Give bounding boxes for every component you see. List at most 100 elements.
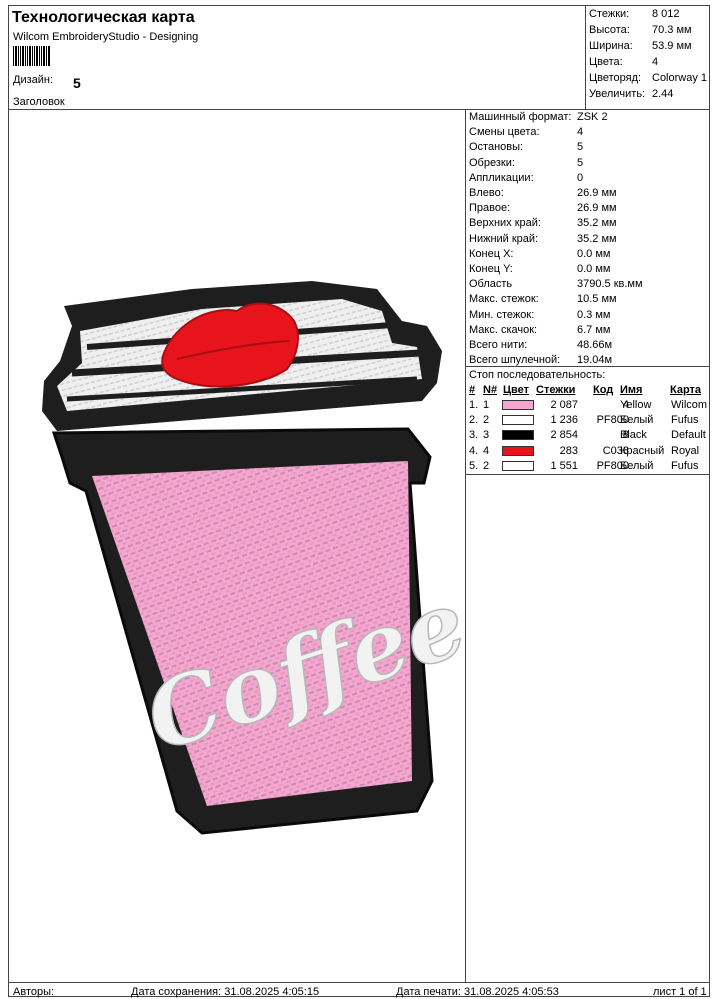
detail-label: Влево: <box>469 187 504 199</box>
software-name: Wilcom EmbroideryStudio - Designing <box>13 31 199 43</box>
col-code: Код <box>593 384 614 396</box>
heading-label: Заголовок <box>13 96 65 108</box>
detail-value: 5 <box>577 156 584 169</box>
detail-value: 10.5 мм <box>577 293 617 306</box>
detail-value: 26.9 мм <box>577 187 617 199</box>
detail-label: Макс. стежок: <box>469 293 539 306</box>
design-preview: Coffee <box>42 281 465 835</box>
sequence-divider <box>465 474 710 475</box>
design-label: Дизайн: <box>13 74 54 86</box>
cell-n: 4 <box>483 444 490 457</box>
summary-label: Высота: <box>589 24 630 36</box>
detail-value: ZSK 2 <box>577 111 608 123</box>
sequence-title: Стоп последовательность: <box>469 369 606 381</box>
cell-name: Белый <box>620 459 654 472</box>
summary-label: Ширина: <box>589 40 633 52</box>
detail-label: Смены цвета: <box>469 126 540 139</box>
col-num: # <box>469 384 476 396</box>
cell-name: Yellow <box>620 399 652 411</box>
cell-stitches: 2 087 <box>550 399 578 411</box>
detail-value: 26.9 мм <box>577 202 617 215</box>
detail-label: Машинный формат: <box>469 111 572 123</box>
detail-label: Верхних край: <box>469 217 541 230</box>
detail-value: 5 <box>577 141 584 154</box>
cell-num: 5. <box>469 459 479 472</box>
detail-value: 3790.5 кв.мм <box>577 278 643 291</box>
color-swatch <box>502 445 534 456</box>
cell-num: 1. <box>469 399 479 411</box>
detail-label: Обрезки: <box>469 156 515 169</box>
summary-value: 53.9 мм <box>652 40 692 52</box>
color-swatch <box>502 430 534 441</box>
cell-name: Black <box>620 429 647 442</box>
footer-authors: Авторы: <box>13 986 55 998</box>
header-divider <box>585 5 586 110</box>
summary-label: Стежки: <box>589 8 630 20</box>
frame-right <box>709 5 710 997</box>
cell-num: 4. <box>469 444 479 457</box>
detail-label: Конец X: <box>469 247 514 260</box>
summary-value: 4 <box>652 56 659 68</box>
color-swatch <box>502 415 534 426</box>
detail-label: Всего нити: <box>469 339 528 351</box>
detail-label: Макс. скачок: <box>469 323 538 336</box>
detail-label: Аппликации: <box>469 171 534 184</box>
detail-value: 4 <box>577 126 584 139</box>
detail-value: 0.3 мм <box>577 308 611 321</box>
detail-label: Мин. стежок: <box>469 308 535 321</box>
frame-bottom <box>8 996 710 997</box>
cell-chart: Royal <box>671 444 700 457</box>
cell-chart: Fufus <box>671 459 699 472</box>
cell-stitches: 1 551 <box>550 459 578 472</box>
detail-value: 0.0 мм <box>577 247 611 260</box>
summary-label: Цветоряд: <box>589 72 642 84</box>
summary-label: Увеличить: <box>589 88 646 100</box>
summary-value: 2.44 <box>652 88 674 100</box>
cell-stitches: 283 <box>559 444 578 457</box>
header-bottom-line <box>8 109 710 110</box>
detail-value: 35.2 мм <box>577 217 617 230</box>
cell-num: 2. <box>469 414 479 427</box>
page-title: Технологическая карта <box>12 9 195 26</box>
cell-chart: Default <box>671 429 706 442</box>
cell-name: Красный <box>620 444 665 457</box>
col-name: Имя <box>620 384 643 396</box>
preview-divider <box>465 109 466 983</box>
detail-label: Остановы: <box>469 141 524 154</box>
cell-n: 2 <box>483 414 490 427</box>
col-color: Цвет <box>503 384 530 396</box>
cell-n: 3 <box>483 429 490 442</box>
detail-label: Нижний край: <box>469 232 539 245</box>
detail-label: Конец Y: <box>469 263 513 275</box>
col-chart: Карта <box>670 384 702 396</box>
detail-value: 48.66м <box>577 339 613 351</box>
footer-saved-date: Дата сохранения: 31.08.2025 4:05:15 <box>131 986 320 998</box>
summary-value: 70.3 мм <box>652 24 692 36</box>
detail-value: 0 <box>577 171 584 184</box>
footer-page: лист 1 of 1 <box>653 986 707 998</box>
cell-stitches: 2 854 <box>550 429 578 442</box>
summary-value: Colorway 1 <box>652 72 708 84</box>
color-swatch <box>502 460 534 471</box>
design-value: 5 <box>73 75 81 91</box>
detail-value: 19.04м <box>577 354 613 367</box>
summary-label: Цвета: <box>589 56 623 68</box>
detail-value: 6.7 мм <box>577 323 611 336</box>
summary-value: 8 012 <box>652 8 680 20</box>
detail-label: Всего шпулечной: <box>469 354 561 367</box>
col-n: N# <box>483 384 498 396</box>
cell-n: 1 <box>483 399 490 411</box>
detail-value: 0.0 мм <box>577 263 611 275</box>
detail-label: Область <box>469 278 513 291</box>
color-swatch <box>502 400 534 410</box>
cell-n: 2 <box>483 459 490 472</box>
footer-print-date: Дата печати: 31.08.2025 4:05:53 <box>396 986 559 998</box>
cell-chart: Fufus <box>671 414 699 427</box>
col-stitches: Стежки <box>536 384 576 396</box>
detail-label: Правое: <box>469 202 511 215</box>
cell-chart: Wilcom <box>671 399 708 411</box>
frame-left <box>8 5 9 997</box>
detail-value: 35.2 мм <box>577 232 617 245</box>
cell-num: 3. <box>469 429 479 442</box>
cell-name: Белый <box>620 414 654 427</box>
